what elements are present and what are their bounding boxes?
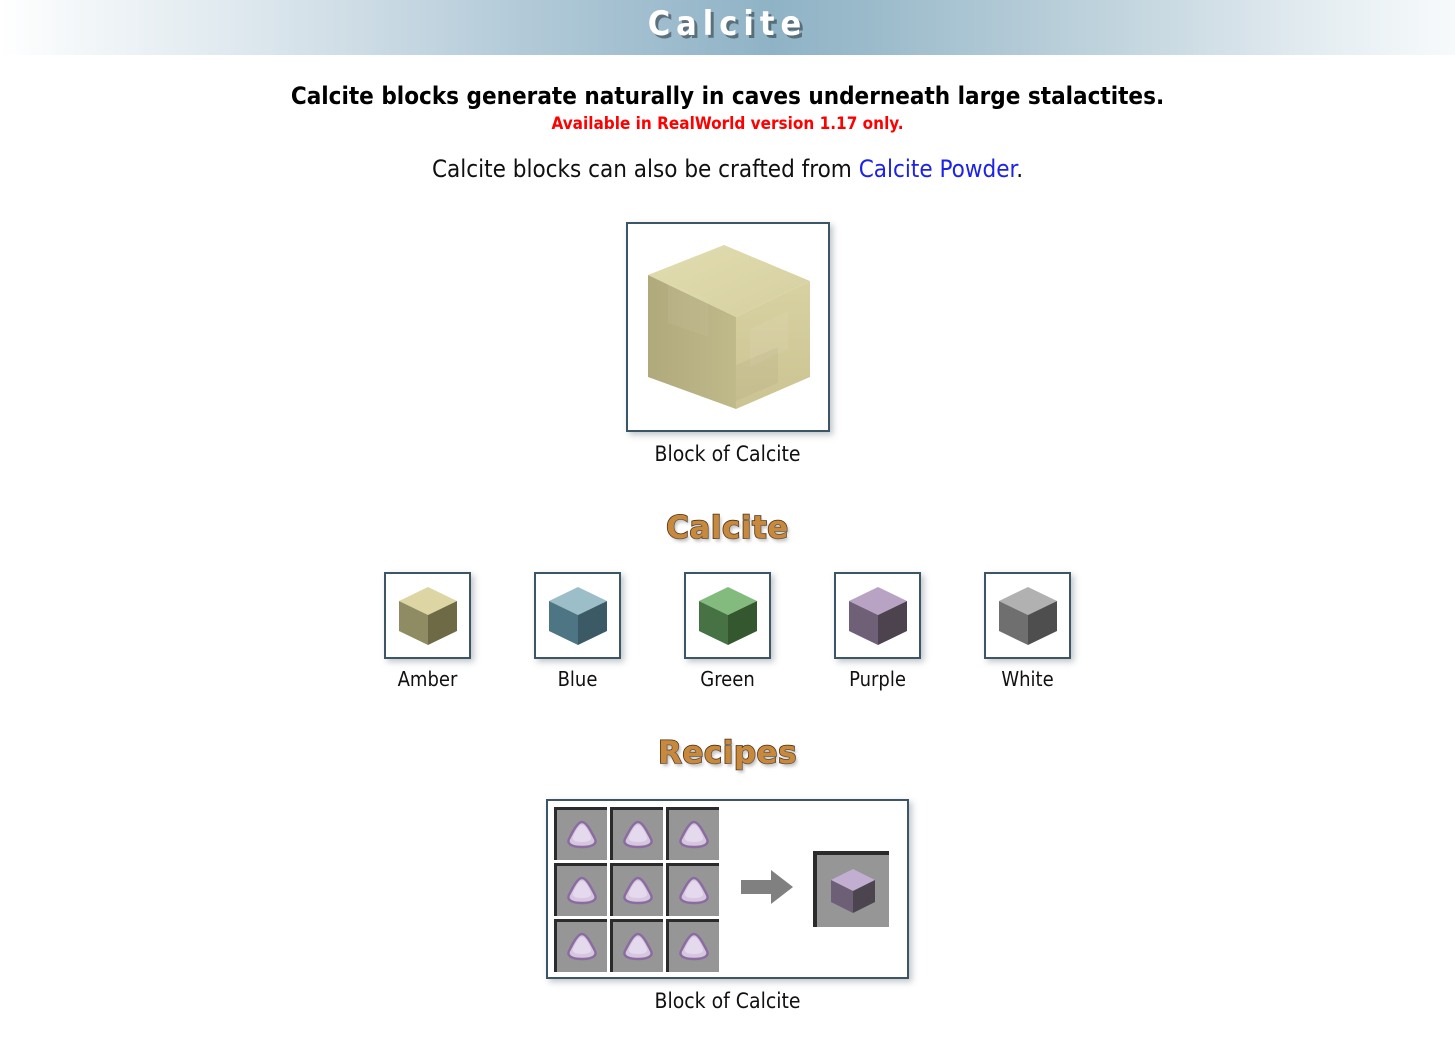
variant-image-frame-amber[interactable] xyxy=(384,572,471,659)
intro-description: Calcite blocks generate naturally in cav… xyxy=(290,82,1165,110)
calcite-powder-icon xyxy=(567,876,597,904)
arrow-right-icon xyxy=(741,870,793,904)
crafting-slot[interactable] xyxy=(666,806,719,860)
main-block-image-frame[interactable] xyxy=(625,222,830,432)
variant-label-amber: Amber xyxy=(397,667,458,691)
variant-cube-svg xyxy=(998,586,1057,645)
crafting-note-suffix: . xyxy=(1016,155,1024,183)
crafting-slot[interactable] xyxy=(666,918,719,972)
variant-image-frame-purple[interactable] xyxy=(834,572,921,659)
calcite-cube-green-icon xyxy=(695,583,761,649)
page-header: Calcite xyxy=(0,0,1455,55)
block-of-calcite-cube-icon xyxy=(638,237,818,417)
calcite-powder-icon xyxy=(679,820,709,848)
crafting-slot[interactable] xyxy=(554,918,607,972)
variant-image-frame-white[interactable] xyxy=(984,572,1071,659)
variant-item-green: Green xyxy=(684,572,771,691)
variant-item-white: White xyxy=(984,572,1071,691)
page-title: Calcite xyxy=(647,4,808,44)
variant-item-blue: Blue xyxy=(534,572,621,691)
variants-section-heading: Calcite xyxy=(665,509,789,547)
variant-label-white: White xyxy=(1001,667,1054,691)
calcite-cube-blue-icon xyxy=(545,583,611,649)
crafting-note: Calcite blocks can also be crafted from … xyxy=(0,154,1455,184)
cube-svg xyxy=(647,245,810,409)
calcite-powder-link[interactable]: Calcite Powder xyxy=(859,155,1017,183)
calcite-powder-icon xyxy=(679,876,709,904)
calcite-powder-icon xyxy=(567,820,597,848)
variant-image-frame-blue[interactable] xyxy=(534,572,621,659)
crafting-note-prefix: Calcite blocks can also be crafted from xyxy=(431,155,859,183)
main-block-caption: Block of Calcite xyxy=(654,442,801,466)
crafting-slot[interactable] xyxy=(554,806,607,860)
calcite-cube-amber-icon xyxy=(395,583,461,649)
recipe-inner xyxy=(548,801,907,977)
crafting-grid[interactable] xyxy=(554,806,719,972)
variant-cube-svg xyxy=(848,586,907,645)
recipe-caption: Block of Calcite xyxy=(654,989,801,1013)
variant-list: Amber Blue Green Purple White xyxy=(0,572,1455,691)
crafting-slot[interactable] xyxy=(610,806,663,860)
recipes-section-heading: Recipes xyxy=(657,734,798,772)
calcite-powder-icon xyxy=(679,932,709,960)
variant-cube-svg xyxy=(698,586,757,645)
calcite-cube-purple-icon xyxy=(845,583,911,649)
variant-image-frame-green[interactable] xyxy=(684,572,771,659)
recipe-output-slot[interactable] xyxy=(813,851,889,927)
crafting-slot[interactable] xyxy=(610,862,663,916)
variant-item-amber: Amber xyxy=(384,572,471,691)
block-of-calcite-output-icon xyxy=(831,869,875,913)
intro-text-block: Calcite blocks generate naturally in cav… xyxy=(0,81,1455,184)
calcite-powder-icon xyxy=(567,932,597,960)
variant-cube-svg xyxy=(398,586,457,645)
crafting-slot[interactable] xyxy=(666,862,719,916)
calcite-powder-icon xyxy=(623,820,653,848)
crafting-slot[interactable] xyxy=(610,918,663,972)
variant-label-blue: Blue xyxy=(557,667,598,691)
variant-item-purple: Purple xyxy=(834,572,921,691)
variant-cube-svg xyxy=(548,586,607,645)
calcite-powder-icon xyxy=(623,876,653,904)
crafting-slot[interactable] xyxy=(554,862,607,916)
variant-label-purple: Purple xyxy=(849,667,906,691)
recipe-section: Block of Calcite xyxy=(0,799,1455,1013)
main-block-section: Block of Calcite xyxy=(0,222,1455,466)
calcite-powder-icon xyxy=(623,932,653,960)
version-availability-note: Available in RealWorld version 1.17 only… xyxy=(551,114,904,134)
recipe-arrow-icon xyxy=(741,866,795,912)
calcite-cube-white-icon xyxy=(995,583,1061,649)
recipe-image-frame[interactable] xyxy=(546,799,909,979)
variant-label-green: Green xyxy=(700,667,755,691)
